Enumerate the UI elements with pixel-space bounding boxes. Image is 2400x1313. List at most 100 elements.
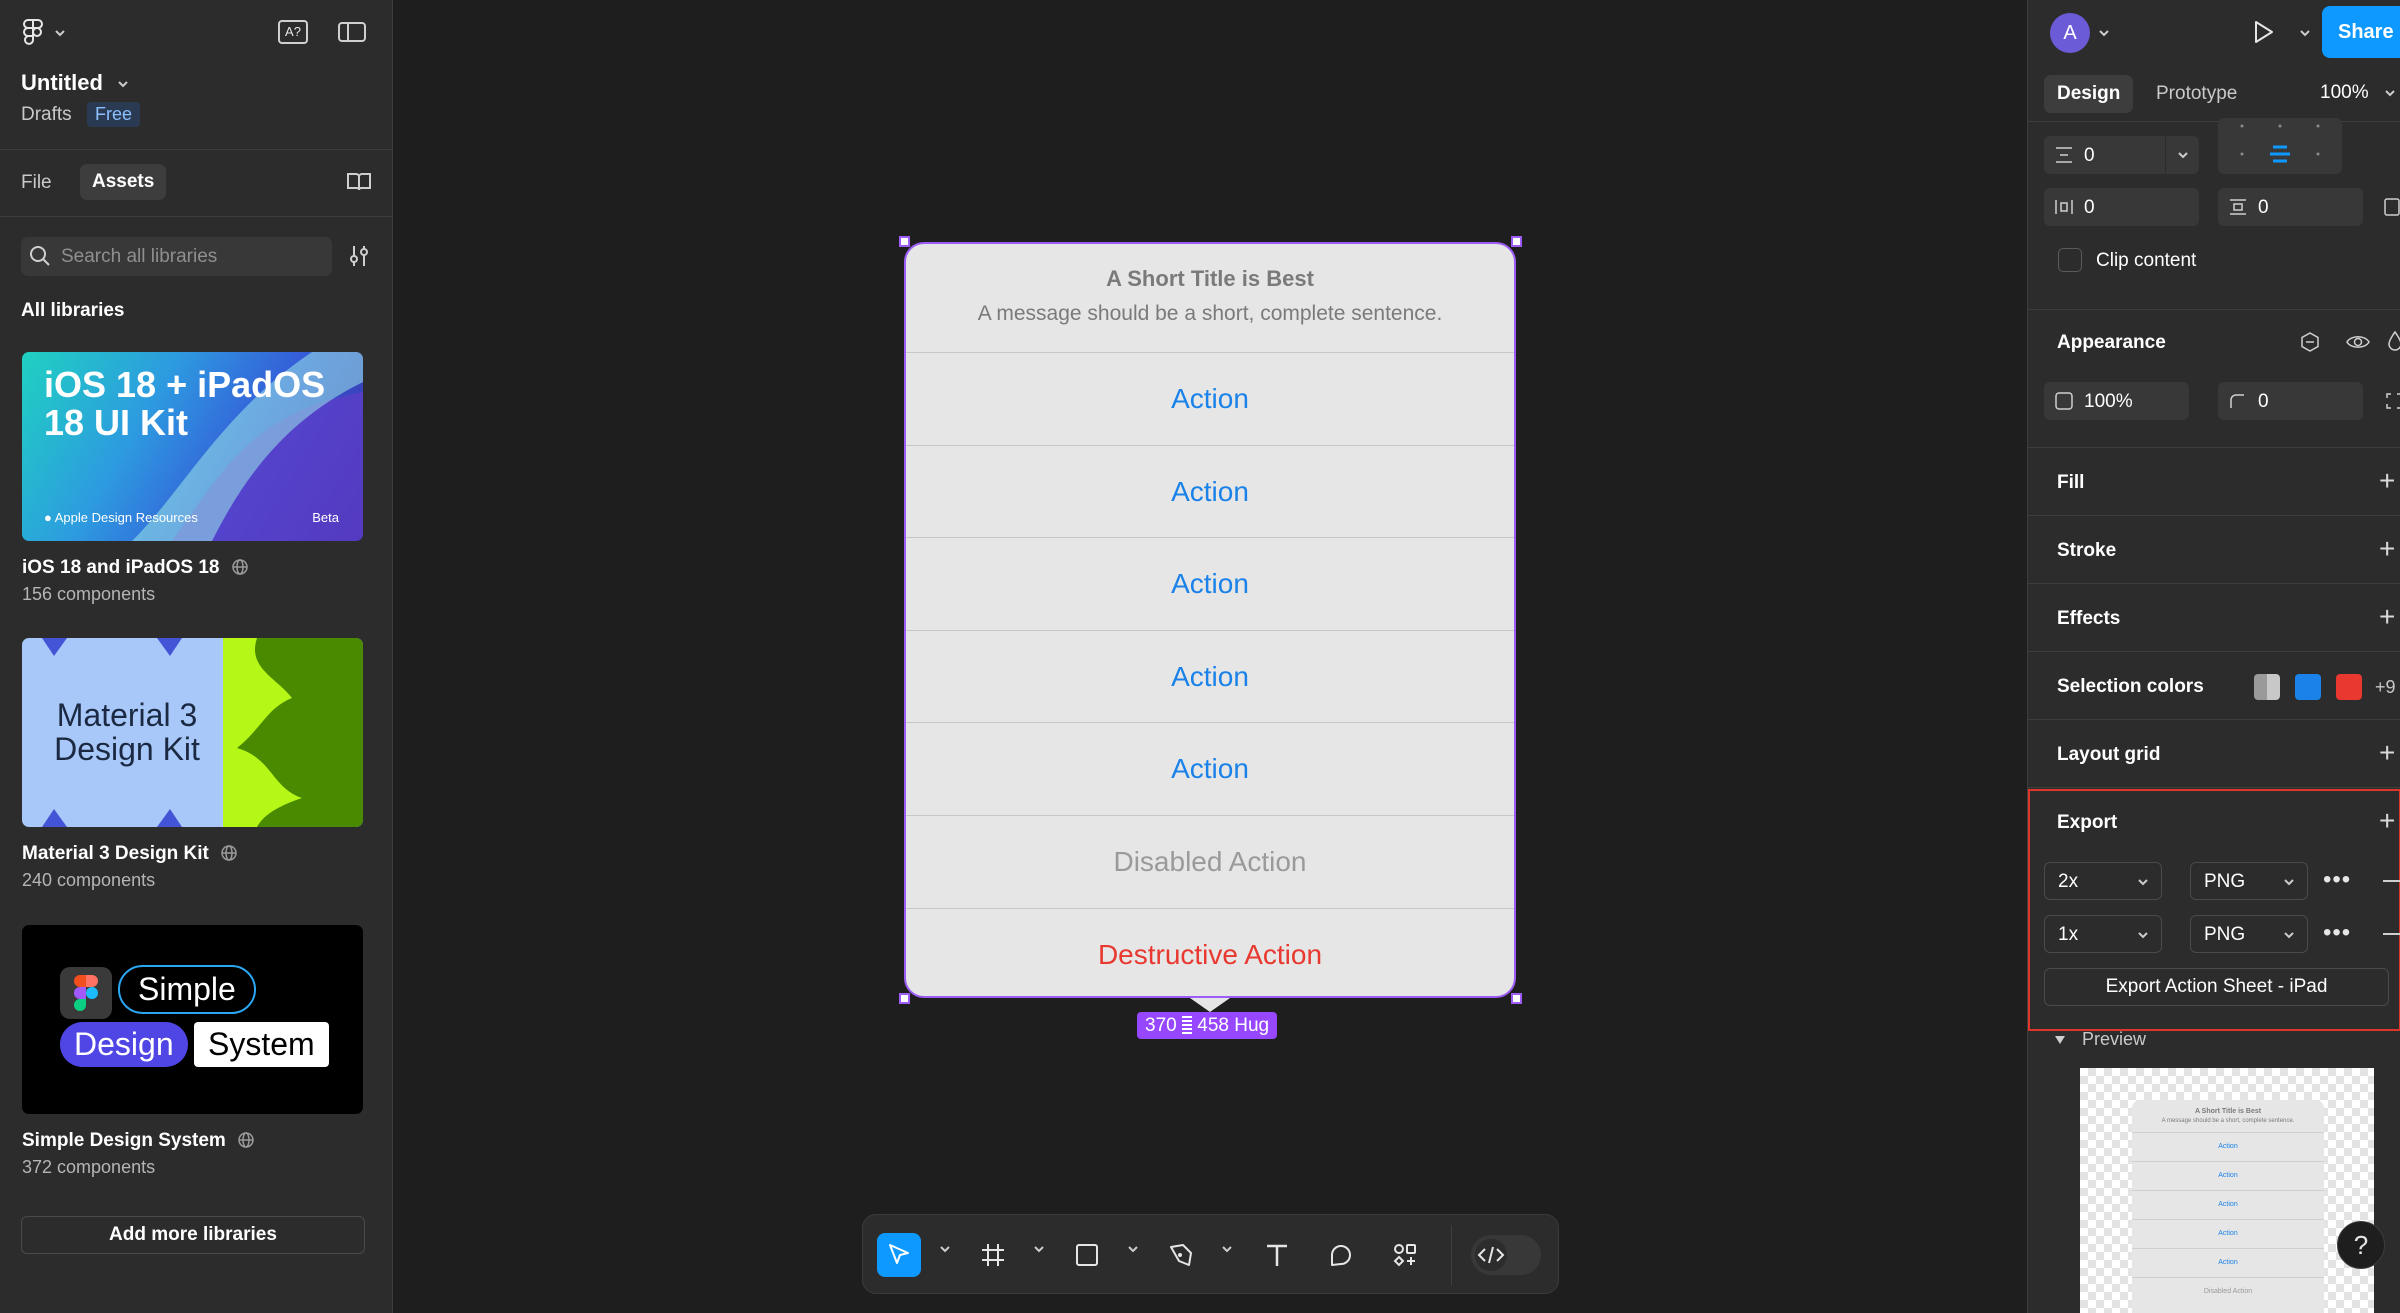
add-stroke-icon[interactable]: + [2379, 535, 2395, 563]
tab-design[interactable]: Design [2044, 75, 2134, 113]
word-design: Design [60, 1022, 188, 1067]
export-scale-dropdown[interactable]: 1x [2044, 915, 2162, 953]
alignment-grid[interactable] [2218, 118, 2342, 174]
gap-dropdown[interactable] [2165, 136, 2200, 174]
pen-tool[interactable] [1159, 1233, 1203, 1277]
add-libraries-button[interactable]: Add more libraries [21, 1216, 365, 1254]
add-effect-icon[interactable]: + [2379, 603, 2395, 631]
library-thumbnail-material[interactable]: Material 3 Design Kit [22, 638, 363, 827]
file-name[interactable]: Untitled [21, 70, 129, 96]
selection-color-swatch[interactable] [2336, 674, 2362, 700]
globe-icon [232, 559, 248, 575]
remove-export-icon[interactable] [2383, 933, 2400, 935]
action-row[interactable]: Action [906, 537, 1514, 630]
tab-prototype[interactable]: Prototype [2156, 83, 2237, 105]
gap-field[interactable]: 0 [2044, 136, 2199, 174]
individual-padding-icon[interactable] [2383, 197, 2400, 217]
selection-color-swatch[interactable] [2254, 674, 2280, 700]
resize-handle-top-left[interactable] [899, 236, 910, 247]
action-row[interactable]: Action [906, 444, 1514, 538]
action-row[interactable]: Action [906, 629, 1514, 723]
corner-radius-field[interactable]: 0 [2218, 382, 2363, 420]
main-menu-button[interactable] [22, 18, 72, 48]
share-button[interactable]: Share [2322, 6, 2400, 58]
export-settings-icon[interactable]: ••• [2323, 866, 2351, 894]
action-sheet-frame[interactable]: A Short Title is Best A message should b… [904, 242, 1516, 998]
export-title: Export [2057, 812, 2118, 833]
chevron-down-icon[interactable] [1127, 1245, 1139, 1253]
ios-kit-footer: ● Apple Design Resources [44, 510, 198, 525]
export-format-dropdown[interactable]: PNG [2190, 915, 2308, 953]
help-button[interactable]: ? [2337, 1221, 2385, 1269]
tab-file[interactable]: File [21, 172, 52, 194]
tab-assets[interactable]: Assets [80, 164, 167, 200]
play-icon[interactable] [2250, 19, 2276, 45]
blend-mode-icon[interactable] [2387, 330, 2400, 352]
dev-mode-toggle[interactable] [1471, 1235, 1541, 1275]
action-row[interactable]: Destructive Action [906, 907, 1514, 996]
word-simple: Simple [118, 965, 256, 1014]
resize-handle-top-right[interactable] [1511, 236, 1522, 247]
chevron-down-icon[interactable] [1221, 1245, 1233, 1253]
export-button[interactable]: Export Action Sheet - iPad [2044, 968, 2389, 1006]
search-input[interactable]: Search all libraries [21, 237, 332, 276]
filter-button[interactable] [346, 243, 372, 269]
chevron-down-icon[interactable] [1033, 1245, 1045, 1253]
eye-icon[interactable] [2345, 332, 2371, 352]
frame-tool[interactable] [971, 1233, 1015, 1277]
ios-kit-footer-text: Apple Design Resources [54, 510, 198, 525]
add-fill-icon[interactable]: + [2379, 467, 2395, 495]
figma-color-icon [74, 975, 98, 1011]
file-location[interactable]: Drafts [21, 104, 72, 126]
toggle-sidebar-button[interactable] [337, 20, 367, 44]
ios-kit-title: iOS 18 + iPadOS 18 UI Kit [44, 364, 326, 443]
export-format-dropdown[interactable]: PNG [2190, 862, 2308, 900]
action-row[interactable]: Action [906, 722, 1514, 815]
text-tool[interactable] [1255, 1233, 1299, 1277]
size-separator-icon [1181, 1016, 1192, 1034]
components-tool[interactable] [1383, 1233, 1427, 1277]
remove-export-icon[interactable] [2383, 880, 2400, 882]
rectangle-tool[interactable] [1065, 1233, 1109, 1277]
preview-action-row: Action [2132, 1161, 2324, 1190]
resize-handle-bottom-left[interactable] [899, 993, 910, 1004]
divider [2028, 309, 2400, 310]
gap-icon [2056, 147, 2072, 163]
padding-vertical-field[interactable]: 0 [2218, 188, 2363, 226]
resize-handle-bottom-right[interactable] [1511, 993, 1522, 1004]
chevron-down-icon[interactable] [2098, 29, 2110, 37]
chevron-down-icon[interactable] [2299, 29, 2311, 37]
export-settings-icon[interactable]: ••• [2323, 919, 2351, 947]
code-icon [1477, 1246, 1505, 1264]
opacity-field[interactable]: 100% [2044, 382, 2189, 420]
more-colors[interactable]: +9 [2375, 677, 2396, 698]
library-thumbnail-ios[interactable]: iOS 18 + iPadOS 18 UI Kit ● Apple Design… [22, 352, 363, 541]
selection-color-swatch[interactable] [2295, 674, 2321, 700]
library-book-button[interactable] [345, 170, 373, 194]
font-icon-button[interactable]: A? [278, 20, 308, 44]
padding-horizontal-field[interactable]: 0 [2044, 188, 2199, 226]
library-name-text: Material 3 Design Kit [22, 843, 209, 864]
add-layout-grid-icon[interactable]: + [2379, 739, 2395, 767]
comment-tool[interactable] [1319, 1233, 1363, 1277]
chevron-down-icon[interactable] [939, 1245, 951, 1253]
chevron-down-icon [2284, 879, 2294, 886]
appearance-title: Appearance [2057, 332, 2166, 353]
divider [2028, 651, 2400, 652]
preview-label: Preview [2082, 1029, 2147, 1049]
zoom-control[interactable]: 100% [2320, 82, 2396, 104]
preview-action-row: Action [2132, 1248, 2324, 1277]
clip-content-label: Clip content [2096, 250, 2197, 271]
clip-content-checkbox[interactable] [2058, 248, 2082, 272]
action-row[interactable]: Action [906, 352, 1514, 445]
stroke-title: Stroke [2057, 540, 2117, 561]
independent-corners-icon[interactable] [2385, 392, 2400, 410]
library-thumbnail-simple[interactable]: Simple Design System [22, 925, 363, 1114]
variable-mode-icon[interactable] [2298, 330, 2322, 354]
preview-toggle[interactable]: Preview [2055, 1029, 2146, 1050]
export-scale-dropdown[interactable]: 2x [2044, 862, 2162, 900]
left-panel: A? Untitled Drafts Free File Assets Sear… [0, 0, 393, 1313]
user-avatar[interactable]: A [2050, 13, 2090, 53]
add-export-icon[interactable]: + [2379, 807, 2395, 835]
move-tool[interactable] [877, 1233, 921, 1277]
